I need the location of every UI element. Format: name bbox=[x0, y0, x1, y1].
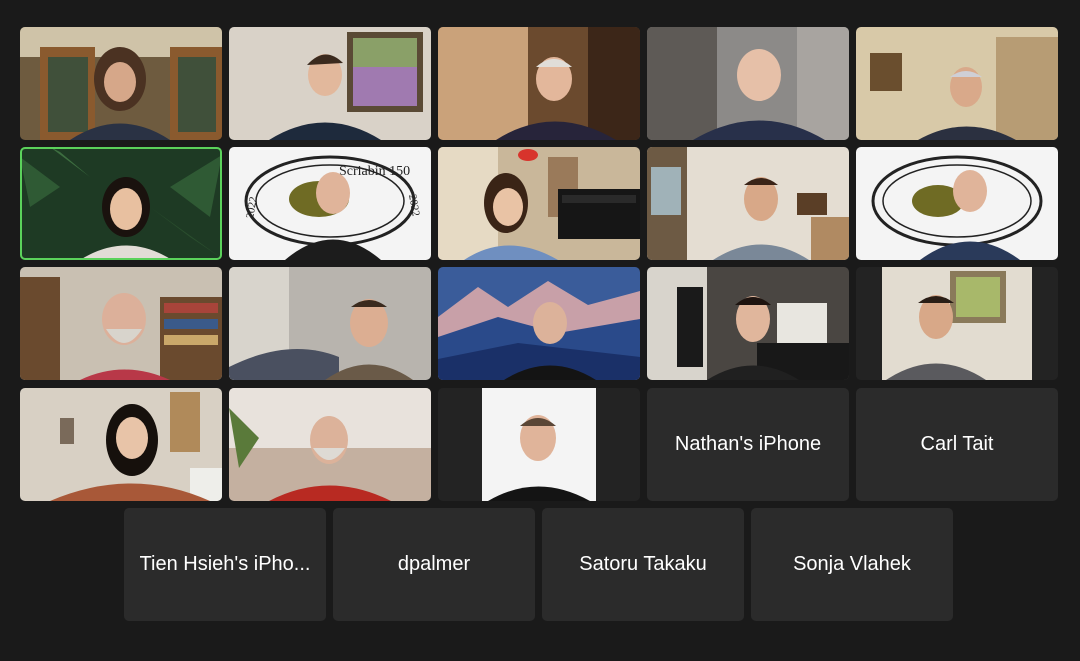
video-tile-participant-16[interactable] bbox=[20, 388, 222, 501]
participant-video bbox=[647, 267, 849, 380]
video-tile-participant-3[interactable] bbox=[438, 27, 640, 140]
participant-video bbox=[20, 147, 222, 260]
video-tile-participant-13[interactable] bbox=[438, 267, 640, 380]
video-tile-participant-12[interactable] bbox=[229, 267, 431, 380]
video-tile-participant-14[interactable] bbox=[647, 267, 849, 380]
participant-name: Nathan's iPhone bbox=[674, 433, 822, 455]
video-tile-participant-9[interactable] bbox=[647, 147, 849, 260]
participant-video bbox=[229, 267, 431, 380]
name-tile-sonja-vlahek[interactable]: Sonja Vlahek bbox=[751, 508, 953, 621]
video-tile-participant-15[interactable] bbox=[856, 267, 1058, 380]
video-tile-participant-1[interactable] bbox=[20, 27, 222, 140]
participant-name: Sonja Vlahek bbox=[793, 553, 911, 575]
video-tile-participant-7[interactable]: Scriabin 150 2022 2022 bbox=[229, 147, 431, 260]
participant-video bbox=[647, 27, 849, 140]
participant-video bbox=[438, 27, 640, 140]
participant-name: Satoru Takaku bbox=[579, 553, 707, 575]
name-tile-dpalmer[interactable]: dpalmer bbox=[333, 508, 535, 621]
video-tile-participant-10[interactable] bbox=[856, 147, 1058, 260]
video-tile-participant-2[interactable] bbox=[229, 27, 431, 140]
video-tile-participant-17[interactable] bbox=[229, 388, 431, 501]
participant-video bbox=[229, 388, 431, 501]
name-tile-tien-hsieh[interactable]: Tien Hsieh's iPho... bbox=[124, 508, 326, 621]
participant-video: Scriabin 150 2022 2022 bbox=[229, 147, 431, 260]
participant-video bbox=[20, 388, 222, 501]
video-tile-participant-8[interactable] bbox=[438, 147, 640, 260]
logo-text: Scriabin 150 bbox=[339, 164, 410, 179]
name-tile-satoru-takaku[interactable]: Satoru Takaku bbox=[542, 508, 744, 621]
name-tile-carl-tait[interactable]: Carl Tait bbox=[856, 388, 1058, 501]
participant-video bbox=[438, 267, 640, 380]
participant-name: dpalmer bbox=[397, 553, 471, 575]
participant-video bbox=[438, 147, 640, 260]
name-tile-nathans-iphone[interactable]: Nathan's iPhone bbox=[647, 388, 849, 501]
participant-name: Carl Tait bbox=[920, 433, 994, 455]
participant-video bbox=[856, 147, 1058, 260]
video-tile-participant-5[interactable] bbox=[856, 27, 1058, 140]
participant-video bbox=[20, 27, 222, 140]
participant-name: Tien Hsieh's iPho... bbox=[139, 553, 311, 575]
participant-video bbox=[856, 27, 1058, 140]
participant-video bbox=[647, 147, 849, 260]
video-tile-participant-18[interactable] bbox=[438, 388, 640, 501]
participant-video bbox=[229, 27, 431, 140]
participant-video bbox=[20, 267, 222, 380]
video-tile-participant-6[interactable] bbox=[20, 147, 222, 260]
video-tile-participant-4[interactable] bbox=[647, 27, 849, 140]
participant-video bbox=[856, 267, 1058, 380]
participant-video bbox=[438, 388, 640, 501]
video-tile-participant-11[interactable] bbox=[20, 267, 222, 380]
